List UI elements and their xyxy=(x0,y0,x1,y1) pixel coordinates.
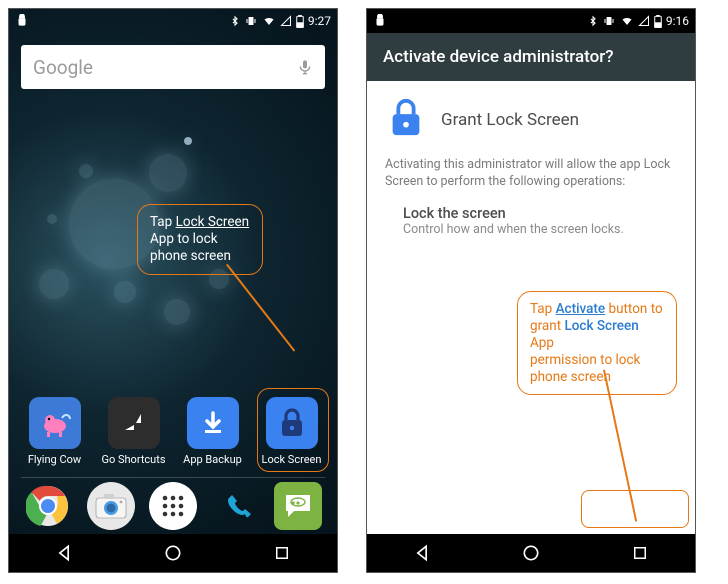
app-backup-icon xyxy=(187,397,239,449)
nav-back[interactable] xyxy=(53,542,75,564)
app-go-shortcuts[interactable]: Go Shortcuts xyxy=(98,397,170,466)
app-label: App Backup xyxy=(183,453,242,466)
statusbar-time: 9:16 xyxy=(666,14,689,28)
nav-home[interactable] xyxy=(520,542,542,564)
google-search-bar[interactable]: Google xyxy=(21,45,325,89)
home-divider xyxy=(21,477,325,478)
dialog-title: Activate device administrator? xyxy=(367,33,695,81)
camera-icon[interactable] xyxy=(87,482,135,530)
nav-recents[interactable] xyxy=(629,542,651,564)
highlight-activate xyxy=(581,490,689,528)
statusbar-time: 9:27 xyxy=(308,14,331,28)
lock-icon xyxy=(385,97,427,143)
app-label: Go Shortcuts xyxy=(101,453,165,466)
admin-body: Grant Lock Screen Activating this admini… xyxy=(367,81,695,514)
dock xyxy=(9,482,337,530)
signal-empty-icon xyxy=(280,15,292,27)
bluetooth-icon xyxy=(230,14,240,28)
statusbar: 9:16 xyxy=(367,9,695,33)
wifi-icon xyxy=(620,15,634,27)
app-app-backup[interactable]: App Backup xyxy=(177,397,249,466)
highlight-lock-screen xyxy=(257,388,329,472)
chrome-icon[interactable] xyxy=(24,482,72,530)
nav-home[interactable] xyxy=(162,542,184,564)
app-flying-cow[interactable]: Flying Cow xyxy=(19,397,91,466)
vibrate-icon xyxy=(602,15,616,27)
wifi-icon xyxy=(262,15,276,27)
app-drawer-icon[interactable] xyxy=(149,482,197,530)
bluetooth-icon xyxy=(588,14,598,28)
navbar xyxy=(9,534,337,572)
operation: Lock the screen Control how and when the… xyxy=(403,205,677,237)
battery-icon xyxy=(654,15,662,28)
android-debug-icon xyxy=(373,14,387,28)
navbar xyxy=(367,534,695,572)
phone-device-admin: 9:16 Activate device administrator? Gran… xyxy=(366,8,696,573)
nav-back[interactable] xyxy=(411,542,433,564)
mic-icon[interactable] xyxy=(297,56,313,78)
app-label: Flying Cow xyxy=(28,453,81,466)
operation-desc: Control how and when the screen locks. xyxy=(403,222,677,237)
phone-icon[interactable] xyxy=(211,482,259,530)
statusbar: 9:27 xyxy=(9,9,337,33)
vibrate-icon xyxy=(244,15,258,27)
callout-tap-lock-screen: Tap Lock Screen App to lock phone screen xyxy=(137,204,263,275)
search-placeholder: Google xyxy=(33,56,93,79)
phone-home: 9:27 Google Tap Lock Screen App to lock … xyxy=(8,8,338,573)
flying-cow-icon xyxy=(29,397,81,449)
nav-recents[interactable] xyxy=(271,542,293,564)
operation-title: Lock the screen xyxy=(403,205,677,222)
android-debug-icon xyxy=(15,14,29,28)
callout-pointer xyxy=(226,264,295,352)
admin-app-name: Grant Lock Screen xyxy=(441,110,579,130)
go-shortcuts-icon xyxy=(108,397,160,449)
battery-icon xyxy=(296,15,304,28)
messages-icon[interactable] xyxy=(274,482,322,530)
signal-empty-icon xyxy=(638,15,650,27)
admin-description: Activating this administrator will allow… xyxy=(385,157,677,191)
callout-tap-activate: Tap Activate button to grant Lock Screen… xyxy=(517,291,677,395)
